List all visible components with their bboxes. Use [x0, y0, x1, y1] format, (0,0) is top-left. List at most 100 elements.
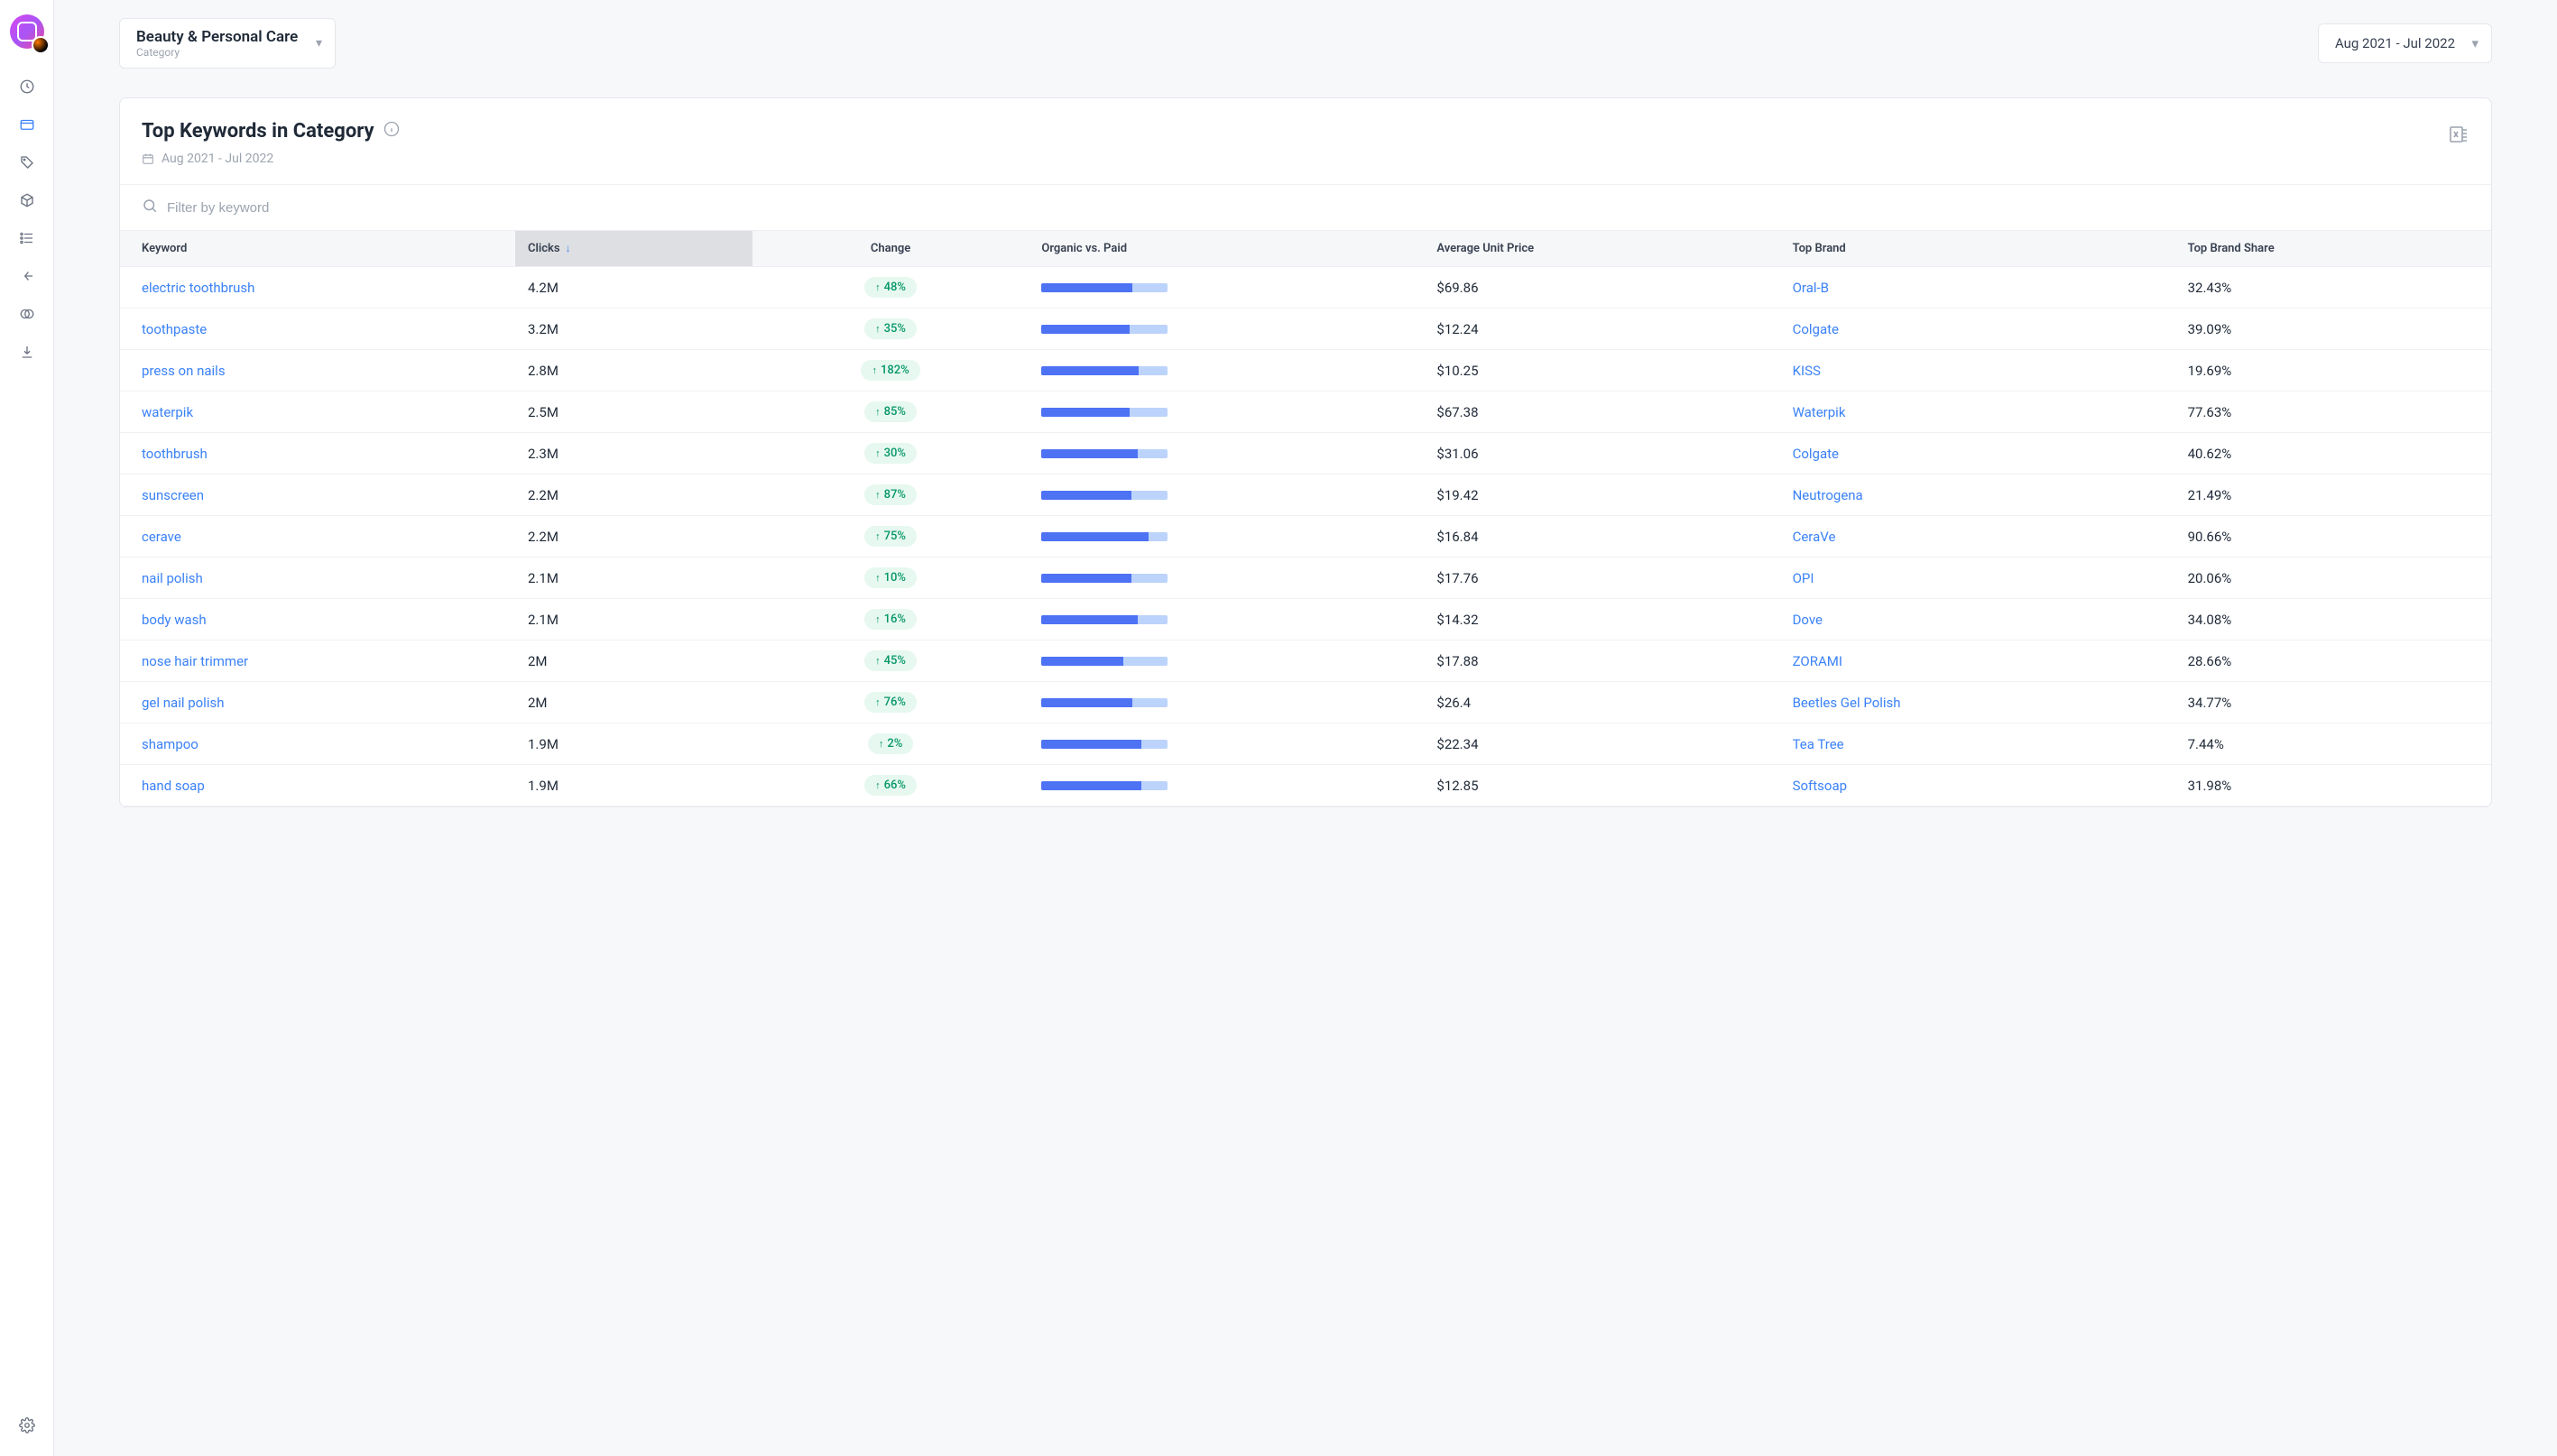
date-range-selector[interactable]: Aug 2021 - Jul 2022 ▾: [2318, 23, 2492, 63]
brand-link[interactable]: Colgate: [1793, 446, 1839, 462]
ovp-bar: [1041, 532, 1168, 541]
info-icon[interactable]: [383, 120, 400, 143]
clicks-value: 2.1M: [515, 558, 752, 599]
clicks-value: 2.2M: [515, 475, 752, 516]
category-selector[interactable]: Beauty & Personal Care Category ▾: [119, 18, 336, 69]
nav-collapse-icon[interactable]: [18, 267, 36, 285]
category-title: Beauty & Personal Care: [136, 28, 299, 46]
nav-card-icon[interactable]: [18, 115, 36, 134]
nav-clock-icon[interactable]: [18, 78, 36, 96]
brand-link[interactable]: ZORAMI: [1793, 653, 1842, 669]
brand-link[interactable]: Softsoap: [1793, 778, 1847, 794]
nav-overlap-icon[interactable]: [18, 305, 36, 323]
nav-download-icon[interactable]: [18, 343, 36, 361]
keyword-link[interactable]: toothbrush: [142, 446, 208, 462]
price-value: $10.25: [1424, 350, 1779, 392]
keyword-link[interactable]: waterpik: [142, 404, 193, 420]
keyword-link[interactable]: nose hair trimmer: [142, 653, 248, 669]
brand-link[interactable]: KISS: [1793, 363, 1821, 379]
date-range-label: Aug 2021 - Jul 2022: [2335, 35, 2455, 51]
header-share[interactable]: Top Brand Share: [2175, 231, 2491, 267]
keyword-link[interactable]: electric toothbrush: [142, 280, 254, 296]
change-pill: ↑ 45%: [864, 650, 917, 671]
table-row: toothpaste3.2M↑ 35%$12.24Colgate39.09%: [120, 309, 2491, 350]
ovp-bar: [1041, 283, 1168, 292]
brand-link[interactable]: OPI: [1793, 570, 1814, 586]
brand-link[interactable]: Beetles Gel Polish: [1793, 695, 1901, 711]
clicks-value: 1.9M: [515, 765, 752, 806]
keyword-link[interactable]: cerave: [142, 529, 181, 545]
calendar-icon: [142, 152, 154, 165]
export-excel-icon[interactable]: [2448, 124, 2469, 149]
keywords-card: Top Keywords in Category Aug 2021 - Jul …: [119, 97, 2492, 807]
price-value: $12.85: [1424, 765, 1779, 806]
brand-link[interactable]: Tea Tree: [1793, 736, 1844, 752]
header-clicks[interactable]: Clicks↓: [515, 231, 752, 267]
keyword-link[interactable]: shampoo: [142, 736, 198, 752]
table-row: nose hair trimmer 2M ↑ 45% $17.88 ZORAMI 28.6…: [120, 640, 2491, 682]
share-value: 39.09%: [2175, 309, 2491, 350]
brand-link[interactable]: Waterpik: [1793, 404, 1846, 420]
change-pill: ↑ 182%: [861, 360, 919, 381]
keyword-link[interactable]: press on nails: [142, 363, 226, 379]
share-value: 19.69%: [2175, 350, 2491, 392]
header-keyword[interactable]: Keyword: [120, 231, 515, 267]
brand-link[interactable]: Dove: [1793, 612, 1823, 628]
table-row: hand soap1.9M↑ 66%$12.85Softsoap31.98%: [120, 765, 2491, 806]
ovp-bar: [1041, 574, 1168, 583]
share-value: 34.08%: [2175, 599, 2491, 640]
table-row: nail polish2.1M↑ 10%$17.76OPI20.06%: [120, 558, 2491, 599]
brand-link[interactable]: Oral-B: [1793, 280, 1829, 296]
table-row: waterpik2.5M↑ 85%$67.38Waterpik77.63%: [120, 392, 2491, 433]
ovp-bar: [1041, 449, 1168, 458]
settings-icon[interactable]: [18, 1416, 36, 1434]
share-value: 31.98%: [2175, 765, 2491, 806]
keyword-link[interactable]: nail polish: [142, 570, 203, 586]
filter-input[interactable]: [167, 200, 2469, 216]
clicks-value: 2M: [515, 682, 752, 723]
nav-cube-icon[interactable]: [18, 191, 36, 209]
brand-link[interactable]: Neutrogena: [1793, 487, 1863, 503]
clicks-value: 2.1M: [515, 599, 752, 640]
header-price[interactable]: Average Unit Price: [1424, 231, 1779, 267]
nav-list-icon[interactable]: [18, 229, 36, 247]
ovp-bar: [1041, 491, 1168, 500]
ovp-bar: [1041, 657, 1168, 666]
ovp-bar: [1041, 366, 1168, 375]
keyword-link[interactable]: body wash: [142, 612, 207, 628]
share-value: 77.63%: [2175, 392, 2491, 433]
share-value: 40.62%: [2175, 433, 2491, 475]
change-pill: ↑ 30%: [864, 443, 917, 464]
keyword-link[interactable]: hand soap: [142, 778, 205, 794]
price-value: $17.76: [1424, 558, 1779, 599]
topbar: Beauty & Personal Care Category ▾ Aug 20…: [54, 0, 2557, 87]
clicks-value: 2M: [515, 640, 752, 682]
price-value: $19.42: [1424, 475, 1779, 516]
share-value: 32.43%: [2175, 267, 2491, 309]
share-value: 21.49%: [2175, 475, 2491, 516]
change-pill: ↑ 87%: [864, 484, 917, 505]
share-value: 7.44%: [2175, 723, 2491, 765]
price-value: $17.88: [1424, 640, 1779, 682]
keyword-link[interactable]: sunscreen: [142, 487, 204, 503]
nav-tag-icon[interactable]: [18, 153, 36, 171]
keyword-link[interactable]: toothpaste: [142, 321, 207, 337]
clicks-value: 1.9M: [515, 723, 752, 765]
price-value: $69.86: [1424, 267, 1779, 309]
clicks-value: 4.2M: [515, 267, 752, 309]
card-title: Top Keywords in Category: [142, 120, 400, 143]
change-pill: ↑ 48%: [864, 277, 917, 298]
keyword-link[interactable]: gel nail polish: [142, 695, 224, 711]
share-value: 28.66%: [2175, 640, 2491, 682]
header-ovp[interactable]: Organic vs. Paid: [1029, 231, 1424, 267]
table-row: toothbrush2.3M↑ 30%$31.06Colgate40.62%: [120, 433, 2491, 475]
header-change[interactable]: Change: [752, 231, 1029, 267]
price-value: $14.32: [1424, 599, 1779, 640]
brand-link[interactable]: Colgate: [1793, 321, 1839, 337]
header-brand[interactable]: Top Brand: [1780, 231, 2175, 267]
price-value: $26.4: [1424, 682, 1779, 723]
filter-row: [120, 184, 2491, 230]
brand-link[interactable]: CeraVe: [1793, 529, 1836, 545]
clicks-value: 2.3M: [515, 433, 752, 475]
ovp-bar: [1041, 615, 1168, 624]
